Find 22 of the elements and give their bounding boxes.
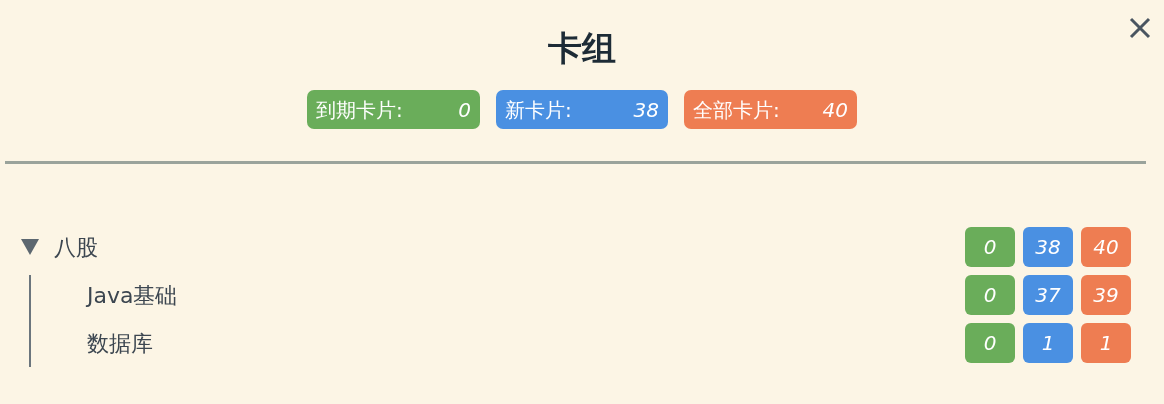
count-badge: 40	[1081, 227, 1131, 267]
deck-name[interactable]: 数据库	[87, 326, 153, 360]
deck-name[interactable]: Java基础	[87, 278, 178, 312]
count-badge: 37	[1023, 275, 1073, 315]
expand-toggle[interactable]	[20, 237, 40, 257]
count-badge: 1	[1081, 323, 1131, 363]
summary-label: 到期卡片:	[316, 96, 403, 124]
summary-count: 38	[633, 96, 659, 124]
summary-label: 全部卡片:	[693, 96, 780, 124]
count-badge: 0	[965, 275, 1015, 315]
summary-count: 0	[458, 96, 471, 124]
close-icon	[1129, 17, 1151, 39]
window-title: 卡组	[548, 27, 616, 70]
summary-count: 40	[822, 96, 848, 124]
triangle-icon	[21, 239, 39, 255]
count-badge: 38	[1023, 227, 1073, 267]
summary-label: 新卡片:	[505, 96, 572, 124]
count-badge: 0	[965, 323, 1015, 363]
count-badge: 1	[1023, 323, 1073, 363]
count-badge: 39	[1081, 275, 1131, 315]
deck-name[interactable]: 八股	[54, 230, 98, 264]
count-badge: 0	[965, 227, 1015, 267]
